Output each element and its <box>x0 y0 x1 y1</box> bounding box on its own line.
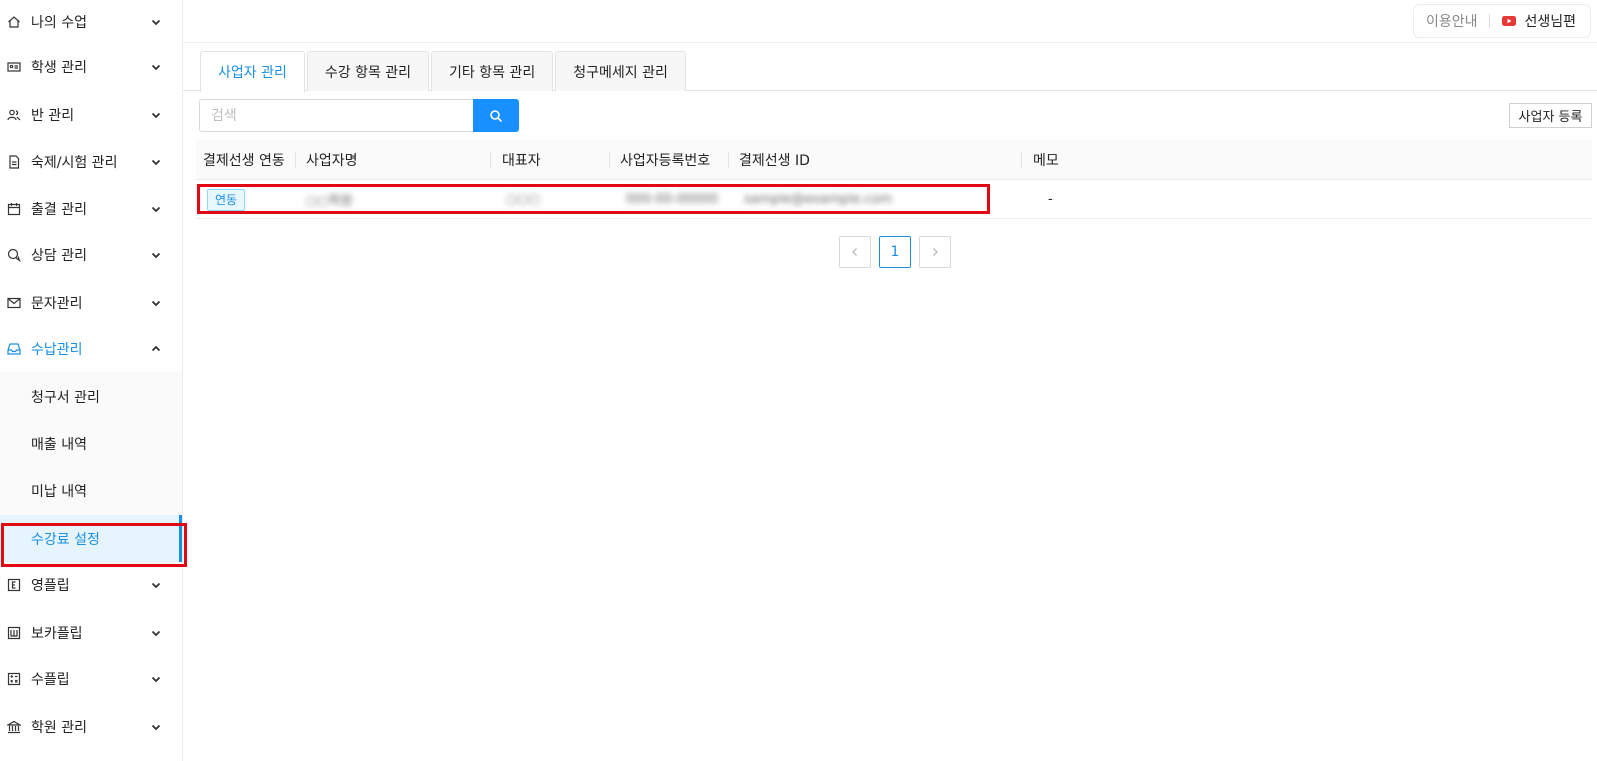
pagination-prev-button[interactable] <box>839 236 871 268</box>
sidebar-item-vocaflip[interactable]: 보카플립 <box>0 609 182 656</box>
column-divider <box>609 152 610 168</box>
column-divider <box>1021 152 1022 168</box>
inbox-icon <box>7 342 21 356</box>
chevron-down-icon <box>151 19 161 25</box>
chevron-down-icon <box>151 64 161 70</box>
tab-other-items[interactable]: 기타 항목 관리 <box>431 51 554 91</box>
sidebar-item-label: 출결 관리 <box>31 201 87 218</box>
chevron-down-icon <box>151 724 161 730</box>
chevron-left-icon <box>852 248 857 256</box>
sidebar-item-label: 학원 관리 <box>31 719 87 736</box>
sidebar-item-classes[interactable]: 반 관리 <box>0 91 182 138</box>
register-business-button[interactable]: 사업자 등록 <box>1509 103 1592 128</box>
calendar-icon <box>7 202 21 216</box>
column-header-business-number: 사업자등록번호 <box>620 153 711 169</box>
column-header-payment-id: 결제선생 ID <box>739 153 810 169</box>
table-row[interactable]: 연동 ○○학원 ○○○ 000-00-00000 sample@example.… <box>196 180 1592 219</box>
top-bar: 이용안내 선생님편 <box>183 0 1597 43</box>
top-actions: 이용안내 선생님편 <box>1412 4 1591 38</box>
column-header-memo: 메모 <box>1033 153 1059 169</box>
sidebar-item-label: 수플립 <box>31 671 70 688</box>
sidebar-item-label: 영플립 <box>31 577 70 594</box>
chat-icon <box>7 248 21 262</box>
search-icon <box>490 109 503 122</box>
submenu-item-sales[interactable]: 매출 내역 <box>0 420 182 467</box>
sidebar-item-academy[interactable]: 학원 관리 <box>0 703 182 750</box>
sidebar-item-messages[interactable]: 문자관리 <box>0 279 182 326</box>
column-divider <box>728 152 729 168</box>
cell-business-number: 000-00-00000 <box>626 192 719 207</box>
submenu-item-tuition-settings[interactable]: 수강료 설정 <box>0 515 182 562</box>
id-card-icon <box>7 60 21 74</box>
status-badge: 연동 <box>207 188 246 211</box>
document-icon <box>7 154 21 169</box>
sidebar-item-attendance[interactable]: 출결 관리 <box>0 185 182 232</box>
cell-payment-id: sample@example.com <box>744 192 893 207</box>
chevron-down-icon <box>151 159 161 165</box>
sidebar-item-counseling[interactable]: 상담 관리 <box>0 231 182 278</box>
sidebar-item-label: 학생 관리 <box>31 59 87 76</box>
w-box-icon <box>7 626 21 640</box>
divider <box>1489 14 1491 28</box>
sidebar-item-homework[interactable]: 숙제/시험 관리 <box>0 138 182 185</box>
chevron-down-icon <box>151 630 161 636</box>
column-header-business-name: 사업자명 <box>306 153 358 169</box>
sidebar-item-students[interactable]: 학생 관리 <box>0 43 182 90</box>
calculator-icon <box>7 672 21 686</box>
sidebar-item-payments[interactable]: 수납관리 <box>0 325 182 372</box>
home-icon <box>7 15 21 29</box>
bank-icon <box>7 720 21 734</box>
chevron-up-icon <box>151 345 161 351</box>
tab-billing-messages[interactable]: 청구메세지 관리 <box>555 51 686 91</box>
sidebar-item-label: 나의 수업 <box>31 14 87 31</box>
chevron-down-icon <box>151 582 161 588</box>
cell-link-status: 연동 <box>207 180 246 219</box>
pagination-page-current[interactable]: 1 <box>879 236 911 268</box>
chevron-down-icon <box>151 112 161 118</box>
column-divider <box>295 152 296 168</box>
submenu-item-invoices[interactable]: 청구서 관리 <box>0 373 182 420</box>
cell-business-name: ○○학원 <box>306 194 353 209</box>
sidebar-item-label: 문자관리 <box>31 295 83 312</box>
youtube-icon <box>1502 16 1517 26</box>
chevron-down-icon <box>151 676 161 682</box>
sidebar-item-label: 수납관리 <box>31 341 83 358</box>
cell-memo: - <box>1048 192 1053 207</box>
teacher-guide-link[interactable]: 선생님편 <box>1524 11 1576 31</box>
group-icon <box>7 108 21 122</box>
e-box-icon <box>7 578 21 592</box>
sidebar-item-label: 숙제/시험 관리 <box>31 154 118 171</box>
cell-representative: ○○○ <box>506 192 541 207</box>
chevron-down-icon <box>151 206 161 212</box>
sidebar-item-mathflip[interactable]: 수플립 <box>0 655 182 702</box>
chevron-right-icon <box>933 248 938 256</box>
submenu-item-unpaid[interactable]: 미납 내역 <box>0 467 182 514</box>
mail-icon <box>7 296 21 310</box>
table-header: 결제선생 연동 사업자명 대표자 사업자등록번호 결제선생 ID 메모 <box>196 140 1592 180</box>
chevron-down-icon <box>151 252 161 258</box>
sidebar-item-label: 상담 관리 <box>31 247 87 264</box>
sidebar-item-label: 보카플립 <box>31 625 83 642</box>
tab-course-items[interactable]: 수강 항목 관리 <box>306 51 430 91</box>
column-divider <box>490 152 491 168</box>
search-button[interactable] <box>473 99 519 132</box>
column-header-representative: 대표자 <box>502 153 541 169</box>
sidebar: 나의 수업 학생 관리 반 관리 숙제/시험 관리 출결 관리 상담 관리 문자… <box>0 0 187 761</box>
pagination-next-button[interactable] <box>919 236 951 268</box>
sidebar-item-engflip[interactable]: 영플립 <box>0 561 182 608</box>
chevron-down-icon <box>151 300 161 306</box>
sidebar-item-label: 반 관리 <box>31 107 75 124</box>
tab-bar: 사업자 관리 수강 항목 관리 기타 항목 관리 청구메세지 관리 <box>200 51 688 92</box>
guide-link[interactable]: 이용안내 <box>1426 11 1478 31</box>
column-header-link-status: 결제선생 연동 <box>203 153 285 169</box>
sidebar-item-my-class[interactable]: 나의 수업 <box>0 0 182 45</box>
tab-business-management[interactable]: 사업자 관리 <box>200 51 305 92</box>
search-input[interactable] <box>199 99 473 132</box>
